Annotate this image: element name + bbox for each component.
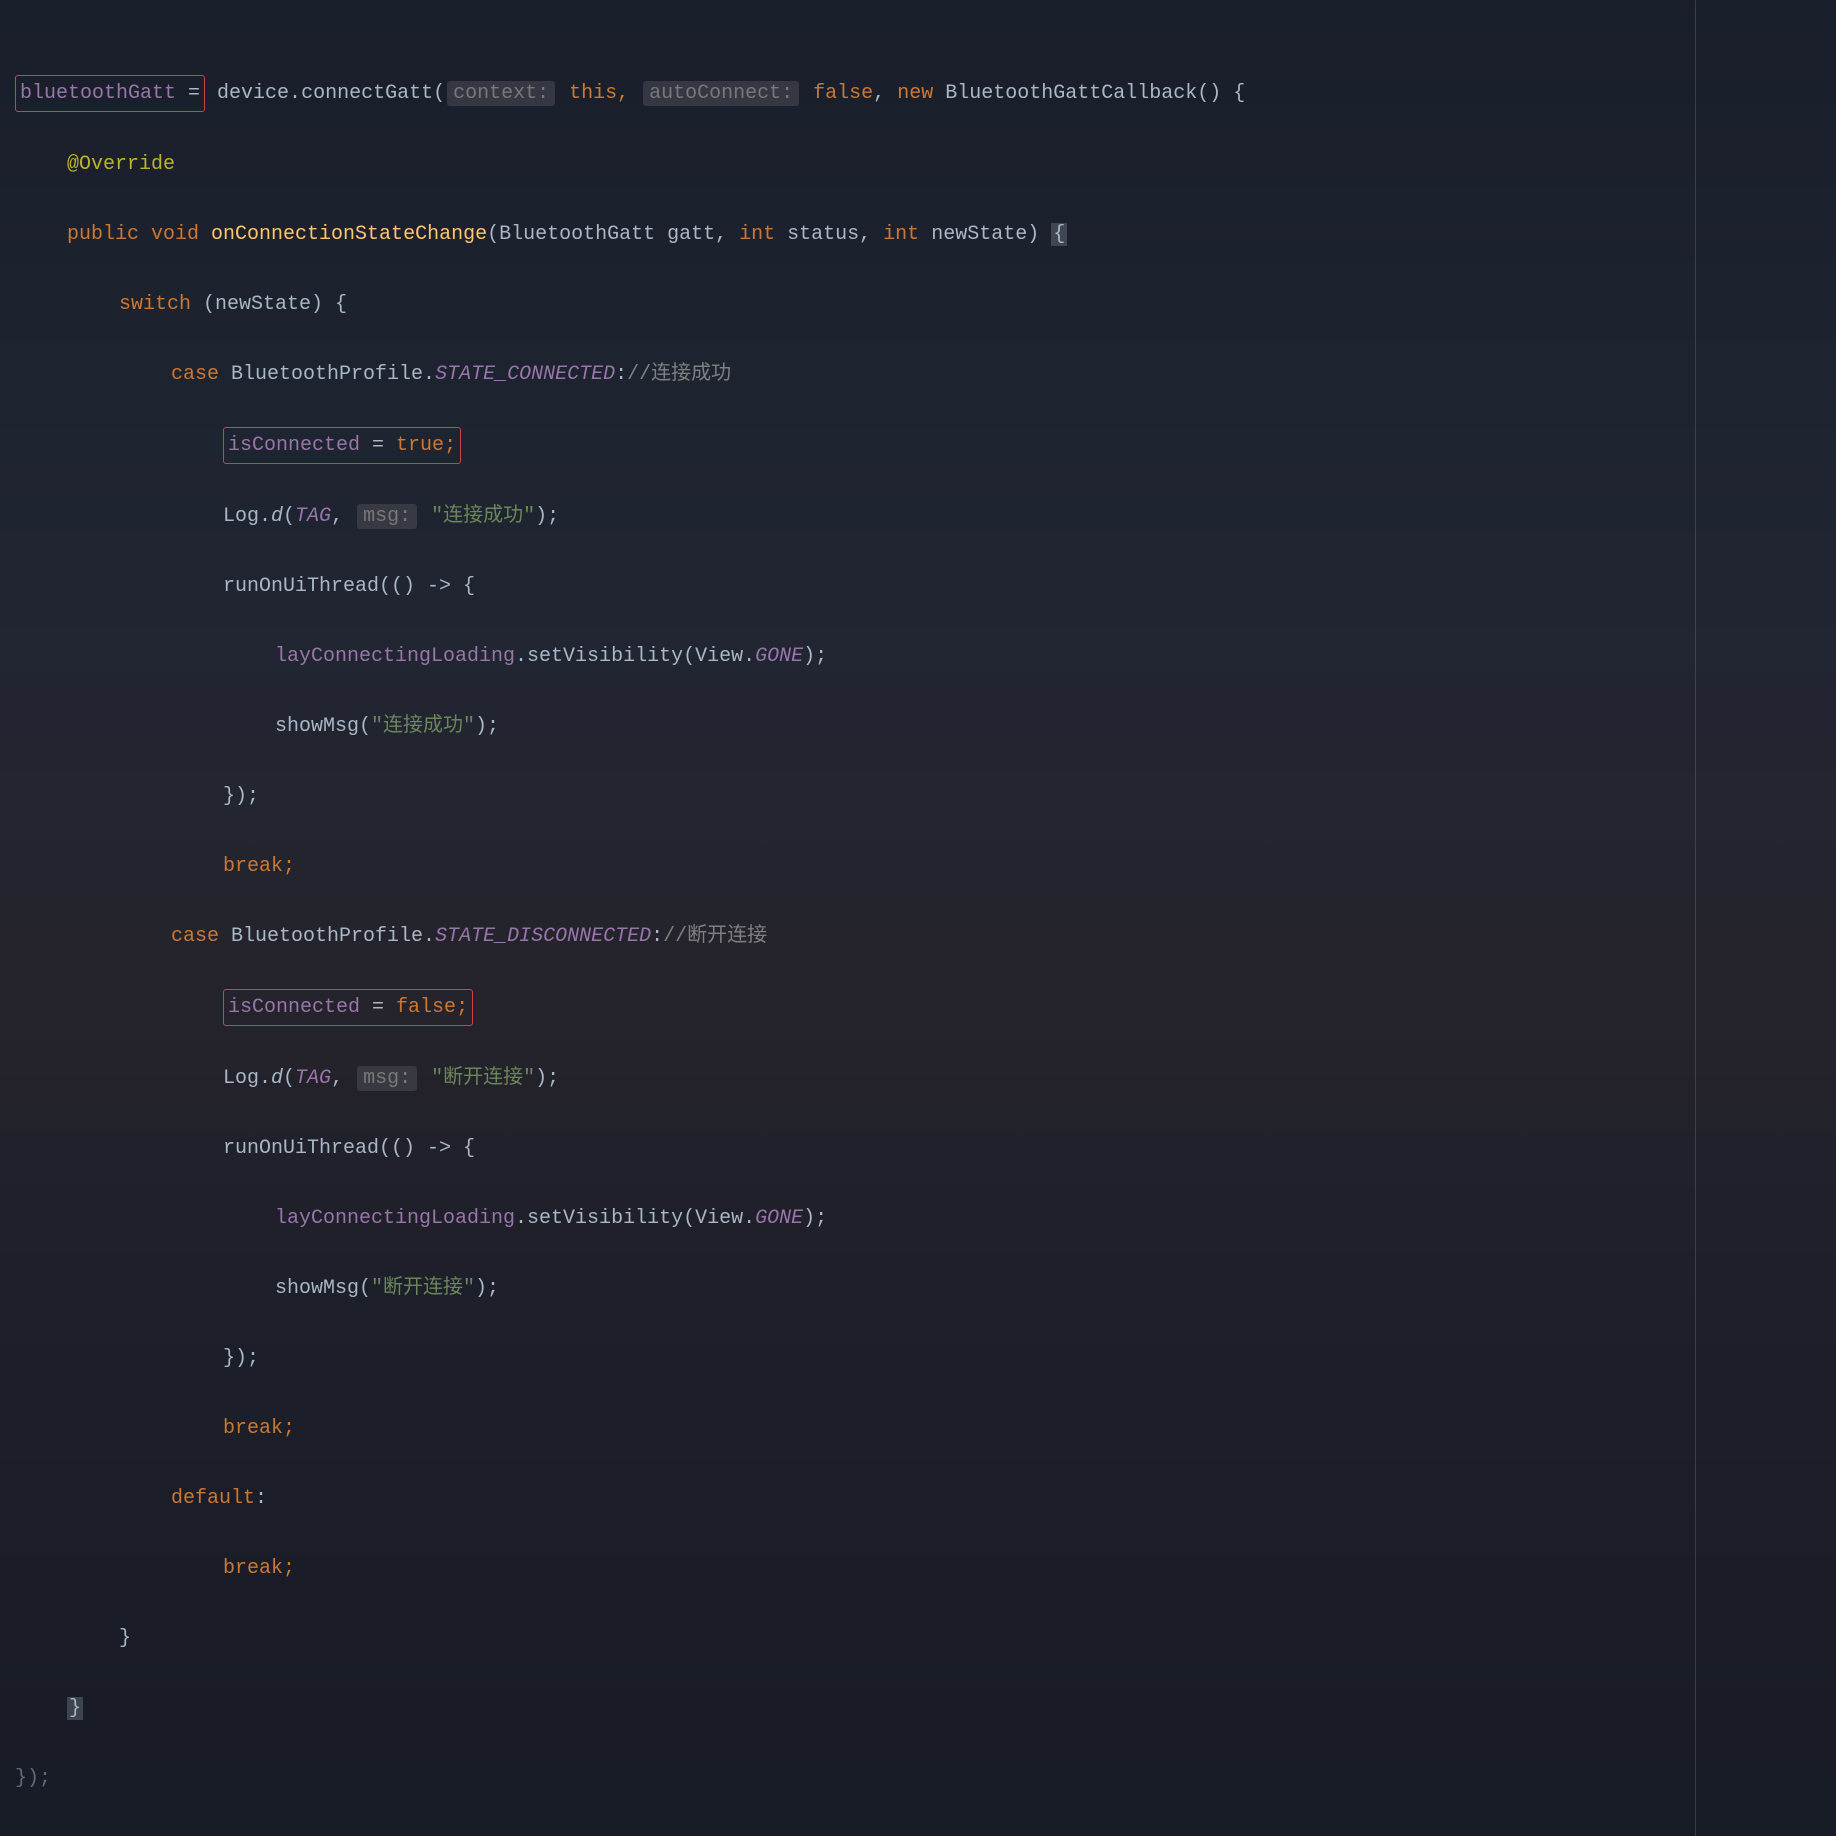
param-hint: msg: (357, 1066, 417, 1091)
code-line: Log.d(TAG, msg: "连接成功"); (15, 499, 1836, 534)
highlighted-box: bluetoothGatt = (15, 75, 205, 112)
code-line: isConnected = true; (15, 427, 1836, 464)
code-line: layConnectingLoading.setVisibility(View.… (15, 639, 1836, 674)
code-line: runOnUiThread(() -> { (15, 569, 1836, 604)
code-line: public void onConnectionStateChange(Blue… (15, 217, 1836, 252)
code-line: }); (15, 1761, 1836, 1796)
param-hint: context: (447, 81, 555, 106)
code-editor[interactable]: bluetoothGatt = device.connectGatt(conte… (0, 0, 1836, 1836)
code-line: break; (15, 1551, 1836, 1586)
code-line: bluetoothGatt = device.connectGatt(conte… (15, 75, 1836, 112)
code-line: runOnUiThread(() -> { (15, 1131, 1836, 1166)
code-line: showMsg("断开连接"); (15, 1271, 1836, 1306)
code-line: default: (15, 1481, 1836, 1516)
brace-highlight: } (67, 1697, 83, 1720)
code-line: case BluetoothProfile.STATE_CONNECTED://… (15, 357, 1836, 392)
code-line: } (15, 1691, 1836, 1726)
brace-highlight: { (1051, 223, 1067, 246)
code-line: break; (15, 849, 1836, 884)
code-line: switch (newState) { (15, 287, 1836, 322)
code-line: }); (15, 779, 1836, 814)
code-line: layConnectingLoading.setVisibility(View.… (15, 1201, 1836, 1236)
editor-right-margin (1695, 0, 1696, 1836)
code-line: } (15, 1621, 1836, 1656)
param-hint: autoConnect: (643, 81, 799, 106)
highlighted-box: isConnected = true; (223, 427, 461, 464)
code-line: @Override (15, 147, 1836, 182)
param-hint: msg: (357, 504, 417, 529)
code-line: Log.d(TAG, msg: "断开连接"); (15, 1061, 1836, 1096)
code-line: break; (15, 1411, 1836, 1446)
code-line: case BluetoothProfile.STATE_DISCONNECTED… (15, 919, 1836, 954)
code-line: showMsg("连接成功"); (15, 709, 1836, 744)
code-line: }); (15, 1341, 1836, 1376)
highlighted-box: isConnected = false; (223, 989, 473, 1026)
code-line: isConnected = false; (15, 989, 1836, 1026)
